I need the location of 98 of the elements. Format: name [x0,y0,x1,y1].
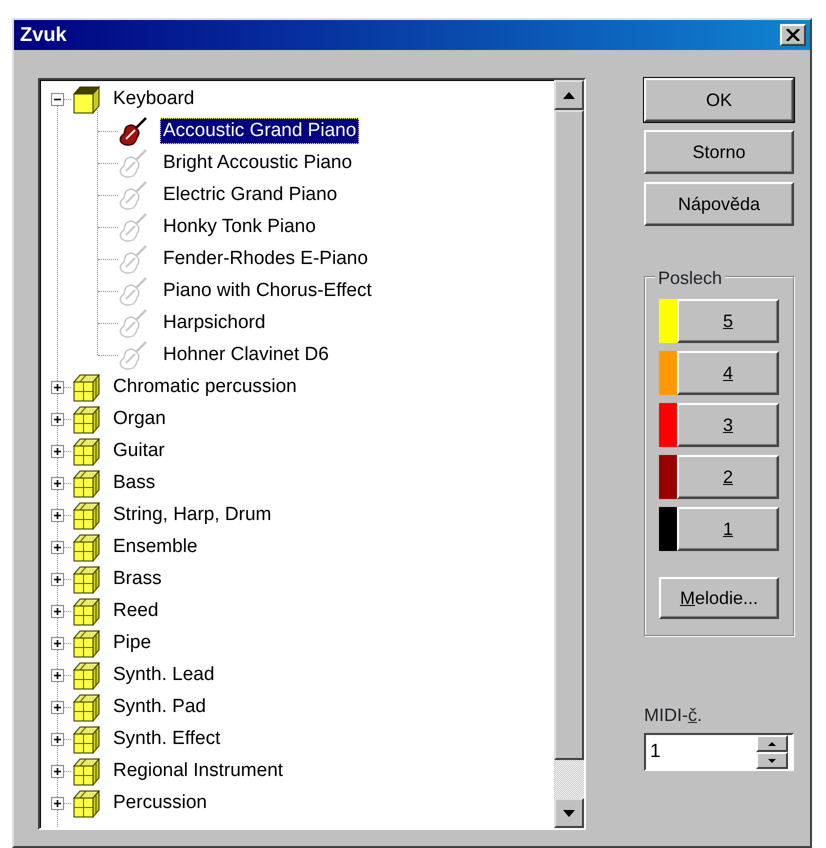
guitar-icon [118,212,148,242]
plus-icon [52,574,63,584]
folder-cube-icon [71,468,101,498]
spin-down-button[interactable] [756,752,788,769]
plus-icon [52,702,63,712]
tree-item[interactable]: Organ [110,406,169,432]
tree-item[interactable]: Accoustic Grand Piano [160,118,360,144]
guitar-icon [118,244,148,274]
down-arrow-icon [768,758,776,762]
dialog-button[interactable]: Nápověda [644,182,794,226]
plus-icon [52,446,63,456]
expand-toggle[interactable] [51,572,64,586]
plus-icon [52,382,63,392]
expand-toggle[interactable] [51,444,64,458]
melody-button[interactable]: Melodie... [659,577,779,619]
expand-toggle[interactable] [51,412,64,426]
tree-item[interactable]: Synth. Effect [110,726,224,752]
folder-cube-icon [71,756,101,786]
window-title: Zvuk [20,23,67,48]
scroll-up-button[interactable] [554,80,584,110]
guitar-icon [118,276,148,306]
tree-item[interactable]: Synth. Lead [110,662,218,688]
play-button[interactable]: 4 [677,351,779,395]
expand-toggle[interactable] [51,476,64,490]
folder-cube-icon [71,500,101,530]
guitar-icon [118,340,148,370]
plus-icon [52,478,63,488]
scroll-down-button[interactable] [554,798,584,828]
midi-input-field[interactable]: 1 [646,735,756,769]
folder-cube-icon [71,724,101,754]
tree-item[interactable]: Keyboard [110,86,198,112]
plus-icon [52,542,63,552]
plus-icon [52,766,63,776]
expand-toggle[interactable] [51,508,64,522]
close-button[interactable] [780,24,806,46]
expand-toggle[interactable] [51,604,64,618]
folder-cube-icon [71,372,101,402]
tree-item[interactable]: Bright Accoustic Piano [160,150,356,176]
expand-toggle[interactable] [51,796,64,810]
expand-toggle[interactable] [51,764,64,778]
folder-cube-icon [71,564,101,594]
plus-icon [52,606,63,616]
play-button[interactable]: 1 [677,507,779,551]
play-button[interactable]: 5 [677,299,779,343]
folder-cube-icon [71,596,101,626]
expand-toggle[interactable] [51,668,64,682]
plus-icon [52,638,63,648]
expand-toggle[interactable] [51,700,64,714]
midi-label: MIDI-č. [644,704,704,727]
folder-cube-icon [71,436,101,466]
expand-toggle[interactable] [51,732,64,746]
plus-icon [52,670,63,680]
guitar-icon [118,148,148,178]
plus-icon [52,414,63,424]
plus-icon [52,798,63,808]
tree-item[interactable]: Synth. Pad [110,694,209,720]
tree-item[interactable]: Chromatic percussion [110,374,300,400]
guitar-icon [118,180,148,210]
dialog-button[interactable]: OK [644,78,794,122]
folder-cube-icon [71,692,101,722]
folder-cube-icon [71,404,101,434]
tree-item[interactable]: Honky Tonk Piano [160,214,319,240]
up-arrow-icon [768,742,776,746]
folder-cube-icon [71,628,101,658]
tree-item[interactable]: Hohner Clavinet D6 [160,342,332,368]
tree-item[interactable]: Regional Instrument [110,758,286,784]
plus-icon [52,734,63,744]
tree-item[interactable]: Percussion [110,790,210,816]
midi-spinbox[interactable]: 1 [644,733,794,771]
guitar-icon [118,116,148,146]
tree-item[interactable]: String, Harp, Drum [110,502,274,528]
expand-toggle[interactable] [51,92,64,106]
tree-item[interactable]: Guitar [110,438,168,464]
up-arrow-icon [563,92,575,98]
plus-icon [52,510,63,520]
tree-item[interactable]: Bass [110,470,158,496]
play-button[interactable]: 2 [677,455,779,499]
tree-item[interactable]: Pipe [110,630,154,656]
tree-item[interactable]: Brass [110,566,165,592]
folder-cube-icon [71,660,101,690]
folder-cube-icon [71,532,101,562]
play-button[interactable]: 3 [677,403,779,447]
close-icon [786,29,800,41]
tree-item[interactable]: Fender-Rhodes E-Piano [160,246,371,272]
tree-item[interactable]: Reed [110,598,162,624]
expand-toggle[interactable] [51,380,64,394]
expand-toggle[interactable] [51,636,64,650]
down-arrow-icon [563,810,575,816]
folder-cube-icon [71,788,101,818]
tree-item[interactable]: Piano with Chorus-Effect [160,278,375,304]
spin-up-button[interactable] [756,735,788,752]
expand-toggle[interactable] [51,540,64,554]
guitar-icon [118,308,148,338]
folder-cube-icon [71,84,101,114]
tree-item[interactable]: Harpsichord [160,310,268,336]
tree-item[interactable]: Ensemble [110,534,200,560]
tree-item[interactable]: Electric Grand Piano [160,182,340,208]
dialog-button[interactable]: Storno [644,130,794,174]
